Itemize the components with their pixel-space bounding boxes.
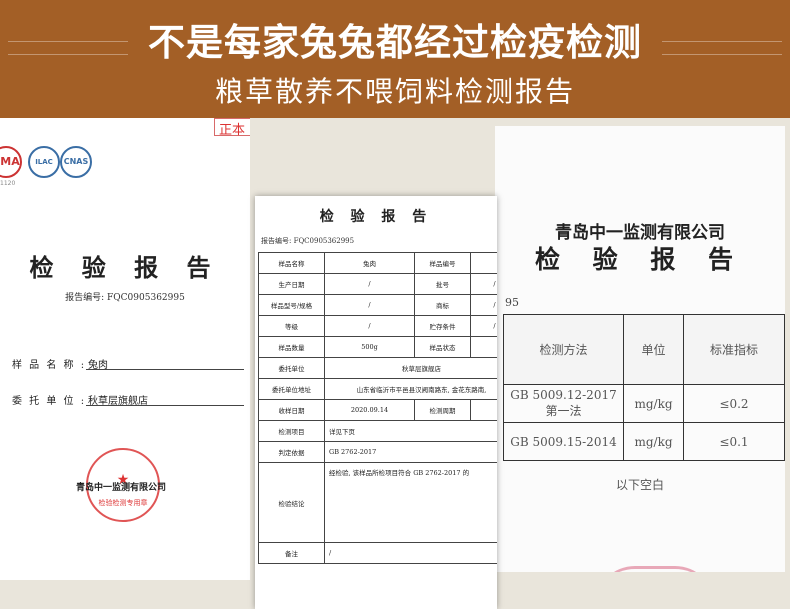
middle-report-page: 检 验 报 告 报告编号: FQC0905362995 样品名称 兔肉 样品编号… bbox=[255, 196, 497, 609]
table-row: 备注 / bbox=[258, 542, 497, 564]
table-row: 判定依据 GB 2762-2017 bbox=[258, 441, 497, 463]
table-cell: GB 2762-2017 bbox=[324, 441, 497, 463]
method-cell: GB 5009.15-2014 bbox=[503, 422, 624, 461]
table-cell: 生产日期 bbox=[258, 273, 325, 295]
table-row: GB 5009.12-2017 第一法 mg/kg ≤0.2 bbox=[503, 384, 785, 423]
seal-fragment bbox=[595, 566, 715, 572]
table-cell: 样品数量 bbox=[258, 336, 325, 358]
table-cell: 判定依据 bbox=[258, 441, 325, 463]
seal-bottom-text: 检验检测专用章 bbox=[98, 499, 148, 507]
certification-logos: CMA 1120 ILAC CNAS bbox=[0, 146, 140, 187]
table-row: 样品数量 500g 样品状态 bbox=[258, 336, 497, 358]
left-report-page: 正本 CMA 1120 ILAC CNAS 检 验 报 告 报告编号: FQC0… bbox=[0, 118, 250, 580]
table-cell bbox=[470, 399, 497, 421]
report-title: 检 验 报 告 bbox=[319, 209, 433, 225]
table-cell: 商标 bbox=[414, 294, 471, 316]
table-cell: 兔肉 bbox=[324, 252, 415, 274]
seal-company-name: 青岛中一监测有限公司 bbox=[76, 483, 167, 493]
table-row: 委托单位 秋草层旗舰店 bbox=[258, 357, 497, 379]
field-label: 委 托 单 位 : bbox=[12, 396, 87, 407]
field-sample-name: 样 品 名 称 : 兔肉 bbox=[12, 354, 244, 372]
ilac-logo-icon: ILAC bbox=[28, 146, 60, 178]
table-row: 检验结论 经检验, 该样品所检项目符合 GB 2762-2017 的 bbox=[258, 462, 497, 543]
table-cell: 委托单位地址 bbox=[258, 378, 325, 400]
table-row: 等级 / 贮存条件 / bbox=[258, 315, 497, 337]
table-cell: 样品型号/规格 bbox=[258, 294, 325, 316]
field-value: 兔肉 bbox=[86, 356, 244, 371]
table-cell: 备注 bbox=[258, 542, 325, 564]
blank-below-note: 以下空白 bbox=[615, 478, 664, 492]
field-label: 样 品 名 称 : bbox=[12, 360, 87, 371]
field-value: 秋草层旗舰店 bbox=[86, 392, 244, 407]
table-row: 收样日期 2020.09.14 检测周期 bbox=[258, 399, 497, 421]
header-cell: 标准指标 bbox=[683, 314, 785, 385]
unit-cell: mg/kg bbox=[623, 422, 684, 461]
table-cell: / bbox=[324, 542, 497, 564]
table-cell: / bbox=[470, 315, 497, 337]
table-header-row: 检测方法 单位 标准指标 bbox=[503, 314, 785, 385]
table-cell bbox=[470, 252, 497, 274]
table-row: 检测项目 详见下页 bbox=[258, 420, 497, 442]
header-cell: 单位 bbox=[623, 314, 684, 385]
table-row: 样品名称 兔肉 样品编号 bbox=[258, 252, 497, 274]
header-title: 不是每家兔兔都经过检疫检测 bbox=[148, 21, 642, 64]
table-cell: 详见下页 bbox=[324, 420, 497, 442]
header-subtitle: 粮草散养不喂饲料检测报告 bbox=[214, 75, 575, 108]
report-number: 报告编号: FQC0905362995 bbox=[65, 293, 185, 303]
table-cell: 检测项目 bbox=[258, 420, 325, 442]
table-cell: 500g bbox=[324, 336, 415, 358]
cma-logo-icon: CMA bbox=[0, 146, 22, 178]
test-results-table: 检测方法 单位 标准指标 GB 5009.12-2017 第一法 mg/kg ≤… bbox=[503, 314, 785, 461]
table-cell: / bbox=[470, 273, 497, 295]
table-cell: 委托单位 bbox=[258, 357, 325, 379]
table-cell: 样品名称 bbox=[258, 252, 325, 274]
table-cell: 2020.09.14 bbox=[324, 399, 415, 421]
cnas-logo-icon: CNAS bbox=[60, 146, 92, 178]
unit-cell: mg/kg bbox=[623, 384, 684, 423]
field-client: 委 托 单 位 : 秋草层旗舰店 bbox=[12, 390, 244, 408]
table-cell: 山东省临沂市平邑县汉阙南路东, 金花东路南, bbox=[324, 378, 497, 400]
table-cell: 样品编号 bbox=[414, 252, 471, 274]
table-cell: 秋草层旗舰店 bbox=[324, 357, 497, 379]
table-cell: 样品状态 bbox=[414, 336, 471, 358]
table-row: GB 5009.15-2014 mg/kg ≤0.1 bbox=[503, 422, 785, 461]
table-cell: / bbox=[324, 315, 415, 337]
report-number-fragment: 95 bbox=[505, 296, 519, 309]
table-cell: / bbox=[324, 273, 415, 295]
corner-stamp: 正本 bbox=[214, 118, 250, 138]
header-banner: 不是每家兔兔都经过检疫检测 粮草散养不喂饲料检测报告 bbox=[0, 0, 790, 118]
report-title: 检 验 报 告 bbox=[534, 245, 746, 274]
limit-cell: ≤0.1 bbox=[683, 422, 785, 461]
table-cell bbox=[470, 336, 497, 358]
table-cell: 等级 bbox=[258, 315, 325, 337]
table-row: 样品型号/规格 / 商标 / bbox=[258, 294, 497, 316]
table-cell: 检验结论 bbox=[258, 462, 325, 543]
report-title: 检 验 报 告 bbox=[29, 253, 221, 282]
header-cell: 检测方法 bbox=[503, 314, 624, 385]
method-cell: GB 5009.12-2017 第一法 bbox=[503, 384, 624, 423]
table-cell: 贮存条件 bbox=[414, 315, 471, 337]
report-number: 报告编号: FQC0905362995 bbox=[261, 237, 355, 245]
limit-cell: ≤0.2 bbox=[683, 384, 785, 423]
table-row: 生产日期 / 批号 / bbox=[258, 273, 497, 295]
cert-code: 1120 bbox=[0, 180, 16, 187]
table-cell: / bbox=[470, 294, 497, 316]
table-cell: 经检验, 该样品所检项目符合 GB 2762-2017 的 bbox=[324, 462, 497, 543]
table-cell: 收样日期 bbox=[258, 399, 325, 421]
table-row: 委托单位地址 山东省临沂市平邑县汉阙南路东, 金花东路南, bbox=[258, 378, 497, 400]
table-cell: 检测周期 bbox=[414, 399, 471, 421]
table-cell: / bbox=[324, 294, 415, 316]
right-report-page: 青岛中一监测有限公司 检 验 报 告 95 检测方法 单位 标准指标 GB 50… bbox=[495, 126, 785, 572]
table-cell: 批号 bbox=[414, 273, 471, 295]
sample-info-table: 样品名称 兔肉 样品编号 生产日期 / 批号 / 样品型号/规格 / 商标 / … bbox=[258, 252, 497, 564]
